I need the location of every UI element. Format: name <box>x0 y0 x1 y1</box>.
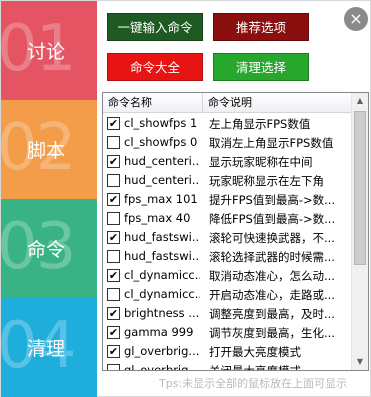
command-name: hud_fastswi... <box>124 249 200 263</box>
sidebar-item-label: 脚本 <box>27 140 66 162</box>
all-commands-button[interactable]: 命令大全 <box>107 53 203 81</box>
command-name: hud_fastswi... <box>124 230 200 244</box>
checkbox-checked[interactable]: ✔ <box>107 307 120 320</box>
recommend-options-button[interactable]: 推荐选项 <box>213 13 309 41</box>
command-name: fps_max 40 <box>124 211 191 225</box>
list-item[interactable]: ✔ gamma 999 调节灰度到最高，生化... <box>103 323 353 342</box>
command-description: 左上角显示FPS数值 <box>209 117 311 131</box>
command-name: hud_centeri... <box>124 173 200 187</box>
list-item[interactable]: ✔ brightness ... 调整亮度到最高，及时... <box>103 304 353 323</box>
list-item[interactable]: ✔ hud_centeri... 显示玩家昵称在中间 <box>103 152 353 171</box>
list-item[interactable]: hud_fastswi... 滚轮选择武器的时候需... <box>103 247 353 266</box>
sidebar-item-label: 讨论 <box>27 41 66 63</box>
checkbox-checked[interactable]: ✔ <box>107 269 120 282</box>
checkbox-checked[interactable]: ✔ <box>107 231 120 244</box>
sidebar-item-commands[interactable]: 03 命令 <box>1 199 97 298</box>
tip-text: Tps:未显示全部的鼠标放在上面可显示 <box>159 377 348 390</box>
command-name: cl_dynamicc... <box>124 287 200 301</box>
list-item[interactable]: fps_max 40 降低FPS值到最高->数... <box>103 209 353 228</box>
column-header-desc[interactable]: 命令说明 <box>203 93 353 113</box>
sidebar-item-label: 清理 <box>27 338 66 360</box>
checkbox-checked[interactable]: ✔ <box>107 326 120 339</box>
command-description: 滚轮可快速换武器，不... <box>209 231 335 245</box>
vertical-scrollbar[interactable]: ▲ ▼ <box>351 93 368 370</box>
list-header: 命令名称 命令说明 <box>103 93 353 113</box>
sidebar-item-discussion[interactable]: 01 讨论 <box>1 1 97 100</box>
checkbox-unchecked[interactable] <box>107 250 120 263</box>
command-description: 取消左上角显示FPS数值 <box>209 136 334 150</box>
close-icon[interactable]: × <box>344 7 368 31</box>
checkbox-unchecked[interactable] <box>107 288 120 301</box>
command-description: 滚轮选择武器的时候需... <box>209 250 335 264</box>
clear-selection-button[interactable]: 清理选择 <box>213 53 309 81</box>
list-rows: ✔ cl_showfps 1 左上角显示FPS数值 cl_showfps 0 取消左上角… <box>103 114 353 371</box>
command-description: 调节灰度到最高，生化... <box>209 326 335 340</box>
checkbox-checked[interactable]: ✔ <box>107 345 120 358</box>
list-item[interactable]: ✔ cl_dynamicc... 取消动态准心，怎么动... <box>103 266 353 285</box>
list-item[interactable]: ✔ fps_max 101 提升FPS值到最高->数... <box>103 190 353 209</box>
checkbox-unchecked[interactable] <box>107 212 120 225</box>
command-name: gl_overbrig... <box>124 363 200 371</box>
command-name: fps_max 101 <box>124 192 198 206</box>
command-description: 开启动态准心，走路或... <box>209 288 335 302</box>
list-item[interactable]: cl_showfps 0 取消左上角显示FPS数值 <box>103 133 353 152</box>
app-window: 01 讨论 02 脚本 03 命令 04 清理 × 一键输入命令 推荐选项 命令… <box>0 0 371 397</box>
list-item[interactable]: gl_overbrig... 关闭最大亮度模式 <box>103 361 353 371</box>
sidebar-item-cleanup[interactable]: 04 清理 <box>1 298 97 397</box>
list-item[interactable]: ✔ gl_overbrig... 打开最大亮度模式 <box>103 342 353 361</box>
one-click-input-button[interactable]: 一键输入命令 <box>107 13 203 41</box>
checkbox-unchecked[interactable] <box>107 364 120 370</box>
command-description: 取消动态准心，怎么动... <box>209 269 335 283</box>
command-description: 关闭最大亮度模式 <box>209 364 301 371</box>
list-item[interactable]: hud_centeri... 玩家昵称显示在左下角 <box>103 171 353 190</box>
command-name: cl_showfps 0 <box>124 135 198 149</box>
checkbox-unchecked[interactable] <box>107 136 120 149</box>
checkbox-checked[interactable]: ✔ <box>107 117 120 130</box>
scrollbar-thumb[interactable] <box>354 111 366 265</box>
command-name: gamma 999 <box>124 325 194 339</box>
command-description: 打开最大亮度模式 <box>209 345 301 359</box>
list-item[interactable]: ✔ hud_fastswi... 滚轮可快速换武器，不... <box>103 228 353 247</box>
command-description: 降低FPS值到最高->数... <box>209 212 336 226</box>
command-name: gl_overbrig... <box>124 344 200 358</box>
command-description: 显示玩家昵称在中间 <box>209 155 313 169</box>
command-name: hud_centeri... <box>124 154 200 168</box>
scroll-up-arrow-icon[interactable]: ▲ <box>352 93 368 109</box>
command-name: brightness ... <box>124 306 200 320</box>
list-item[interactable]: cl_dynamicc... 开启动态准心，走路或... <box>103 285 353 304</box>
sidebar: 01 讨论 02 脚本 03 命令 04 清理 <box>1 1 97 397</box>
command-description: 调整亮度到最高，及时... <box>209 307 335 321</box>
command-description: 玩家昵称显示在左下角 <box>209 174 324 188</box>
command-description: 提升FPS值到最高->数... <box>209 193 336 207</box>
sidebar-item-script[interactable]: 02 脚本 <box>1 100 97 199</box>
column-header-name[interactable]: 命令名称 <box>103 93 203 113</box>
list-item[interactable]: ✔ cl_showfps 1 左上角显示FPS数值 <box>103 114 353 133</box>
command-list[interactable]: 命令名称 命令说明 ✔ cl_showfps 1 左上角显示FPS数值 cl_show… <box>102 92 369 371</box>
sidebar-item-label: 命令 <box>27 239 66 261</box>
checkbox-checked[interactable]: ✔ <box>107 155 120 168</box>
command-name: cl_showfps 1 <box>124 116 198 130</box>
checkbox-unchecked[interactable] <box>107 174 120 187</box>
scroll-down-arrow-icon[interactable]: ▼ <box>352 354 368 370</box>
checkbox-checked[interactable]: ✔ <box>107 193 120 206</box>
command-name: cl_dynamicc... <box>124 268 200 282</box>
